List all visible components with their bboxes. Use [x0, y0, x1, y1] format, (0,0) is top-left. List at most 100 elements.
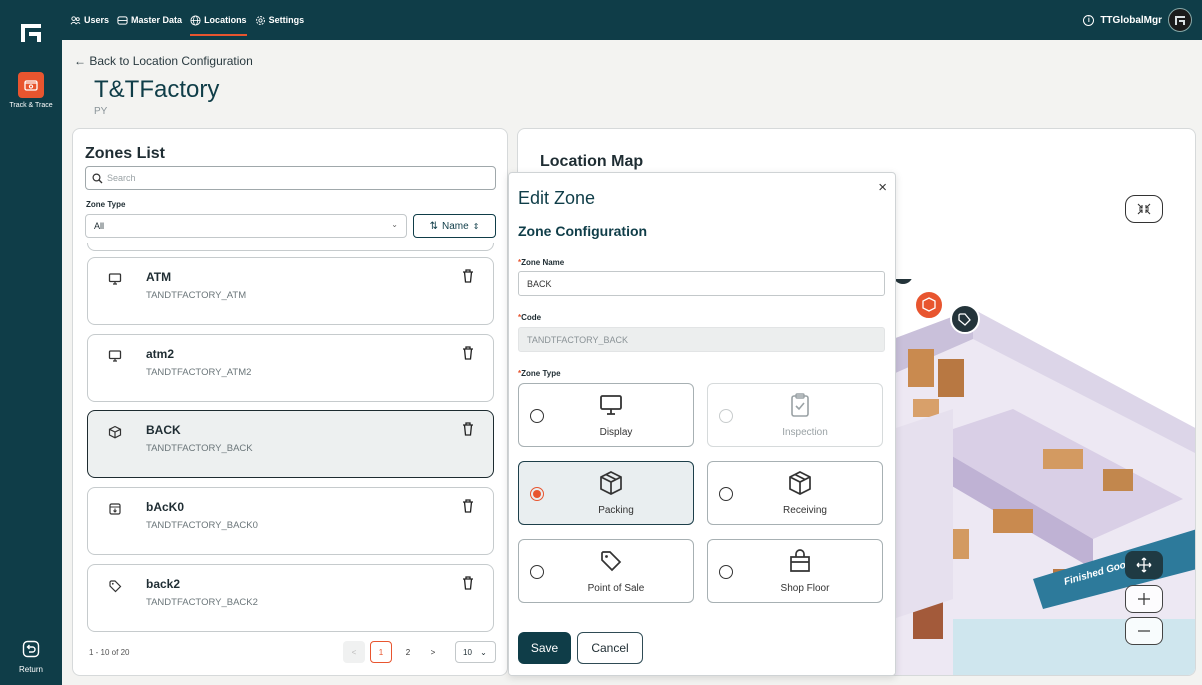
package-icon	[789, 471, 811, 495]
zone-name-label: *Zone Name	[518, 258, 565, 267]
zone-name: atm2	[146, 347, 175, 361]
pagination: 1 - 10 of 20 < 1 2 > 10 ⌄	[85, 641, 496, 665]
zone-type-option-point-of-sale[interactable]: Point of Sale	[518, 539, 694, 603]
trash-icon[interactable]	[461, 345, 475, 361]
avatar[interactable]	[1168, 8, 1192, 32]
zone-type-label: *Zone Type	[518, 369, 561, 378]
zone-type-select-value: All	[94, 221, 105, 231]
prev-page-button[interactable]: <	[343, 641, 365, 663]
sort-label: Name	[442, 220, 469, 232]
search-input[interactable]	[107, 173, 487, 183]
list-item[interactable]: atm2 TANDTFACTORY_ATM2	[87, 334, 494, 402]
list-item[interactable]: back2 TANDTFACTORY_BACK2	[87, 564, 494, 632]
display-icon	[108, 350, 122, 362]
zoom-out-button[interactable]	[1125, 617, 1163, 645]
page-1-button[interactable]: 1	[370, 641, 392, 663]
zone-code: TANDTFACTORY_BACK	[146, 443, 253, 454]
zone-name: back2	[146, 577, 181, 591]
close-icon[interactable]: ×	[878, 179, 887, 196]
tag-icon	[109, 580, 122, 593]
chevron-down-icon: ⌄	[480, 648, 487, 657]
radio-button[interactable]	[530, 409, 544, 423]
code-input	[518, 327, 885, 352]
zone-type-option-inspection: Inspection	[707, 383, 883, 447]
search-box	[85, 166, 496, 190]
nav-master-data-label: Master Data	[131, 15, 183, 25]
radio-button[interactable]	[719, 487, 733, 501]
list-item[interactable]: ATM TANDTFACTORY_ATM	[87, 257, 494, 325]
return-label: Return	[18, 665, 43, 674]
zone-type-option-shop-floor[interactable]: Shop Floor	[707, 539, 883, 603]
pan-map-button[interactable]	[1125, 551, 1163, 579]
dialog-actions: Save Cancel	[509, 617, 895, 675]
cancel-button[interactable]: Cancel	[577, 632, 643, 664]
code-label: *Code	[518, 313, 542, 322]
zone-name: ATM	[146, 270, 172, 284]
zone-type-label-packing: Packing	[598, 505, 634, 516]
trash-icon[interactable]	[461, 268, 475, 284]
radio-button	[719, 409, 733, 423]
trash-icon[interactable]	[461, 575, 475, 591]
tag-icon	[601, 551, 622, 572]
zoom-in-button[interactable]	[1125, 585, 1163, 613]
globe-icon	[190, 14, 201, 26]
radio-button-selected[interactable]	[530, 487, 544, 501]
clipboard-check-icon	[791, 393, 809, 417]
list-item[interactable]: bAcK0 TANDTFACTORY_BACK0	[87, 487, 494, 555]
list-item[interactable]	[87, 243, 494, 251]
track-trace-icon	[18, 72, 44, 98]
archive-icon	[109, 503, 121, 515]
zone-type-option-receiving[interactable]: Receiving	[707, 461, 883, 525]
next-page-button[interactable]: >	[422, 641, 444, 663]
user-menu[interactable]: i TTGlobalMgr	[1083, 0, 1192, 40]
nav-settings-label: Settings	[268, 15, 305, 25]
minus-icon	[1138, 630, 1150, 632]
zone-code: TANDTFACTORY_ATM2	[146, 367, 252, 378]
user-name: TTGlobalMgr	[1100, 14, 1162, 26]
app-logo-icon[interactable]	[18, 20, 44, 46]
track-trace-label: Track & Trace	[9, 102, 53, 109]
return-button[interactable]: Return	[6, 640, 56, 674]
gear-icon	[255, 15, 265, 25]
chevron-down-icon: ⌄	[391, 220, 398, 229]
zones-list-title: Zones List	[85, 145, 166, 162]
zones-scroll-list[interactable]: ATM TANDTFACTORY_ATM atm2 TANDTFACTORY_A…	[85, 243, 496, 633]
sort-toggle-icon: ⇕	[472, 221, 480, 231]
nav-master-data[interactable]: Master Data	[117, 0, 182, 40]
display-icon	[108, 273, 122, 285]
radio-button[interactable]	[530, 565, 544, 579]
trash-icon[interactable]	[461, 498, 475, 514]
collapse-icon	[1137, 203, 1151, 215]
zone-type-filter-label: Zone Type	[86, 200, 126, 209]
save-button[interactable]: Save	[518, 632, 571, 664]
sort-button[interactable]: ⇅ Name ⇕	[413, 214, 496, 238]
search-icon	[92, 172, 103, 183]
radio-button[interactable]	[719, 565, 733, 579]
info-icon[interactable]: i	[1083, 14, 1095, 26]
zone-type-label-display: Display	[599, 427, 633, 438]
users-icon	[70, 15, 81, 24]
page-size-select[interactable]: 10 ⌄	[455, 641, 496, 663]
nav-users[interactable]: Users	[70, 0, 109, 40]
trash-icon[interactable]	[461, 421, 475, 437]
list-item-selected[interactable]: BACK TANDTFACTORY_BACK	[87, 410, 494, 478]
edit-zone-title: Edit Zone	[518, 188, 596, 208]
track-trace-app[interactable]: Track & Trace	[6, 72, 56, 109]
nav-settings[interactable]: Settings	[255, 0, 305, 40]
page-size-value: 10	[463, 648, 472, 657]
zone-code: TANDTFACTORY_ATM	[146, 290, 247, 301]
zone-type-option-packing[interactable]: Packing	[518, 461, 694, 525]
zone-type-label-inspection: Inspection	[782, 427, 828, 438]
package-icon	[108, 425, 122, 439]
nav-locations[interactable]: Locations	[190, 0, 247, 40]
collapse-map-button[interactable]	[1125, 195, 1163, 223]
avatar-logo-icon	[1175, 16, 1185, 25]
zone-name-input[interactable]	[518, 271, 885, 296]
page-2-button[interactable]: 2	[397, 641, 419, 663]
zone-type-option-display[interactable]: Display	[518, 383, 694, 447]
back-link[interactable]: ← Back to Location Configuration	[74, 54, 253, 68]
zone-type-select[interactable]: All ⌄	[85, 214, 407, 238]
zone-type-label-receiving: Receiving	[783, 505, 827, 516]
move-icon	[1136, 557, 1152, 573]
zone-type-label-point-of-sale: Point of Sale	[587, 583, 645, 594]
